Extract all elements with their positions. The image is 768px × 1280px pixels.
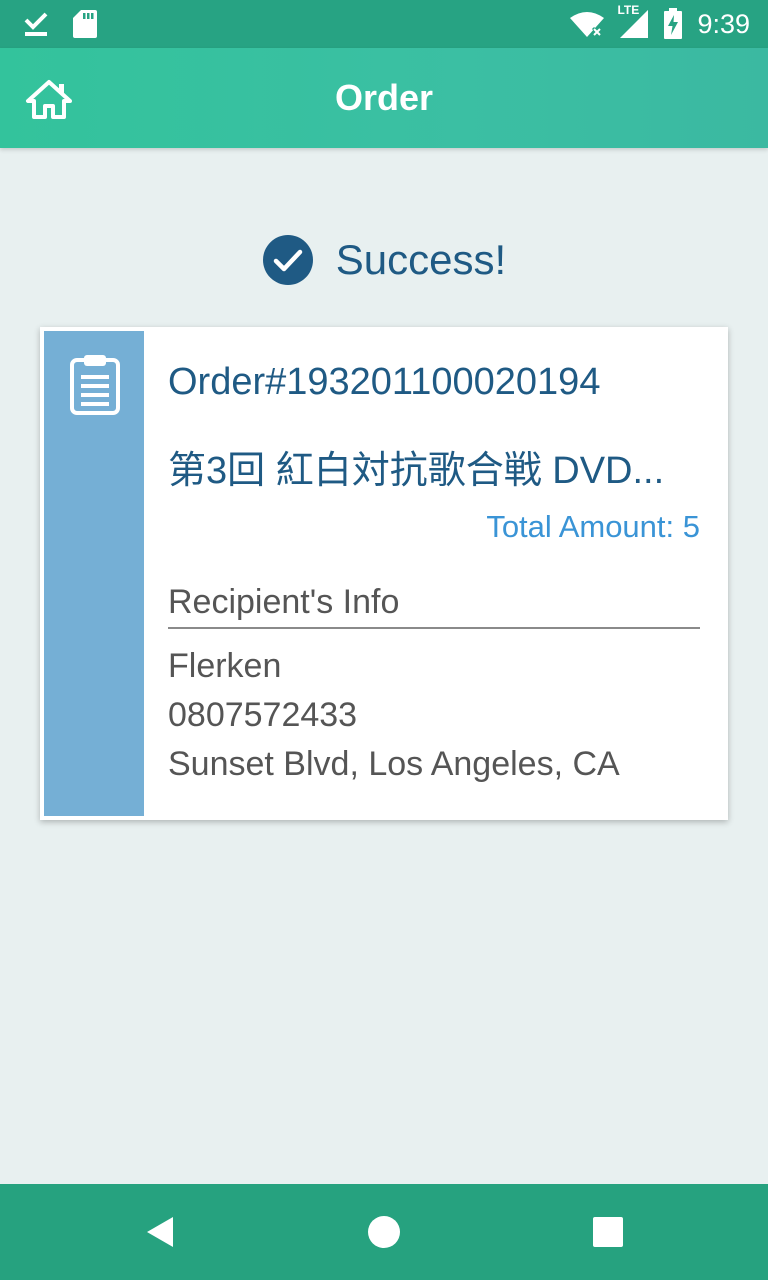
home-button[interactable] (22, 76, 76, 122)
status-left-icons (22, 9, 98, 39)
recipient-name: Flerken (168, 647, 282, 685)
recipient-address: Sunset Blvd, Los Angeles, CA (168, 745, 620, 783)
status-right-icons: LTE 9:39 (569, 3, 750, 40)
page-title: Order (334, 77, 434, 118)
sd-card-icon (72, 9, 98, 39)
order-card-body: Order#193201100020194 第3回 紅白対抗歌合戦 DVD...… (168, 327, 700, 820)
home-circle-icon (367, 1215, 401, 1249)
recipient-info-header: Recipient's Info (168, 583, 700, 629)
wifi-icon (569, 10, 605, 38)
status-bar: LTE 9:39 (0, 0, 768, 48)
recents-icon (592, 1216, 624, 1248)
home-nav-button[interactable] (336, 1184, 432, 1280)
product-name: 第3回 紅白対抗歌合戦 DVD... (168, 450, 665, 492)
clipboard-icon (70, 353, 120, 415)
signal-icon: LTE (617, 3, 649, 39)
recipient-phone: 0807572433 (168, 696, 358, 734)
success-banner: Success! (0, 228, 768, 292)
success-message: Success! (335, 236, 507, 283)
recents-button[interactable] (560, 1184, 656, 1280)
order-number: Order#193201100020194 (168, 361, 601, 403)
back-icon (144, 1215, 176, 1249)
network-type-label: LTE (617, 3, 640, 17)
app-bar: Order (0, 48, 768, 148)
status-time: 9:39 (697, 8, 750, 39)
card-stripe (44, 331, 144, 816)
home-icon (25, 79, 73, 119)
order-card: Order#193201100020194 第3回 紅白対抗歌合戦 DVD...… (40, 327, 728, 820)
total-amount: Total Amount: 5 (486, 509, 700, 544)
download-done-icon (22, 10, 50, 38)
back-button[interactable] (112, 1184, 208, 1280)
system-nav-bar (0, 1184, 768, 1280)
check-circle-icon (262, 234, 314, 286)
battery-charging-icon (663, 8, 683, 40)
